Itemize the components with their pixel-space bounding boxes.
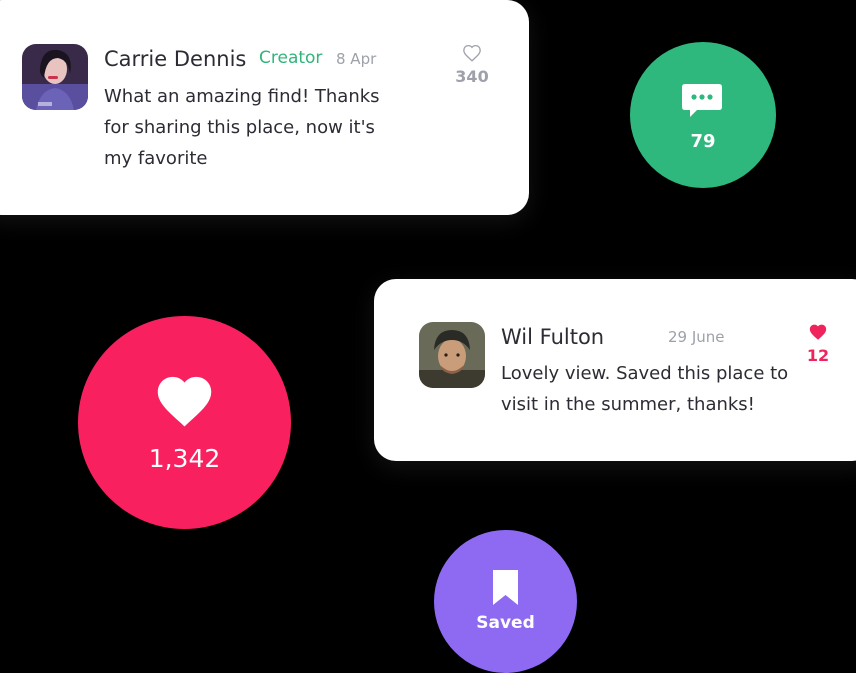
like-button[interactable]: 340 xyxy=(452,44,492,86)
comment-text: What an amazing find! Thanks for sharing… xyxy=(104,86,380,169)
comments-count-bubble[interactable]: 79 xyxy=(630,42,776,188)
saved-label: Saved xyxy=(476,613,535,633)
comment-card-wil-fulton: Wil Fulton 29 June Lovely view. Saved th… xyxy=(374,279,856,461)
comment-date: 8 Apr xyxy=(336,50,377,68)
author-name[interactable]: Carrie Dennis xyxy=(104,47,246,71)
comment-card-carrie-dennis: Carrie Dennis Creator 8 Apr What an amaz… xyxy=(0,0,529,215)
saved-bubble[interactable]: Saved xyxy=(434,530,577,673)
avatar[interactable] xyxy=(22,44,88,110)
like-button[interactable]: 12 xyxy=(798,323,838,365)
like-count: 12 xyxy=(806,346,830,365)
author-name[interactable]: Wil Fulton xyxy=(501,325,604,349)
comment-date: 29 June xyxy=(668,328,725,346)
comments-count: 79 xyxy=(690,131,716,152)
avatar[interactable] xyxy=(419,322,485,388)
likes-count-bubble[interactable]: 1,342 xyxy=(78,316,291,529)
creator-badge: Creator xyxy=(259,48,323,68)
like-count: 340 xyxy=(455,67,489,86)
likes-count: 1,342 xyxy=(148,444,221,473)
comment-text: Lovely view. Saved this place to visit i… xyxy=(501,363,789,415)
heart-filled-icon xyxy=(798,323,838,341)
heart-outline-icon xyxy=(452,44,492,62)
